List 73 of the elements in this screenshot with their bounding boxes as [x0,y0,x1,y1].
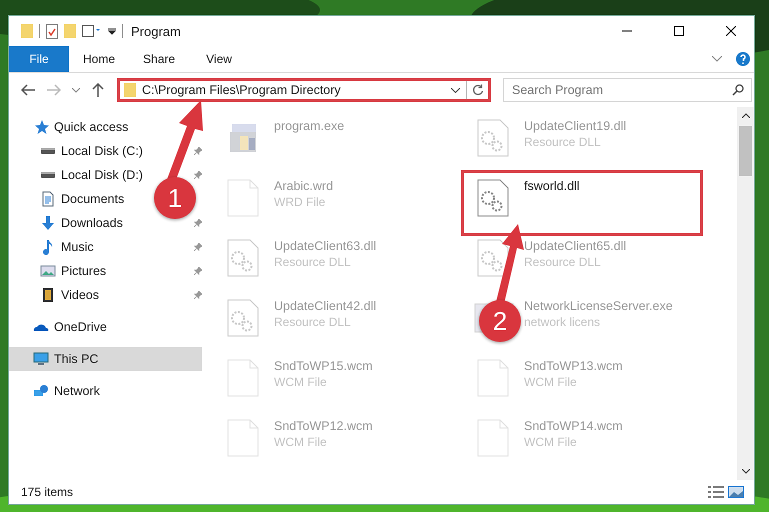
dropdown-icon[interactable] [451,88,460,92]
large-icons-view-icon[interactable] [726,483,746,501]
file-type: Resource DLL [274,315,352,329]
star-icon [33,119,49,135]
pin-icon[interactable] [194,171,202,179]
item-count: 175 items [21,485,74,499]
sidebar-item[interactable]: OneDrive [54,320,107,334]
window-title: Program [131,24,182,38]
ribbon-tab[interactable]: View [189,46,250,72]
scroll-thumb[interactable] [739,126,752,176]
sidebar-item[interactable]: Local Disk (C:) [61,144,143,158]
pin-icon[interactable] [194,267,202,275]
file-name: SndToWP14.wcm [524,419,623,433]
file-type: network licens [524,315,602,329]
file-name: program.exe [274,119,344,133]
properties-icon[interactable] [46,24,58,38]
help-icon[interactable] [736,52,750,66]
close-icon [726,26,736,36]
up-arrow-icon [92,83,104,97]
file-name: fsworld.dll [524,179,580,193]
ribbon-tab[interactable]: Share [129,46,190,72]
file-type: Resource DLL [274,255,352,269]
back-arrow-icon [21,84,35,96]
expand-ribbon-icon[interactable] [712,56,722,62]
scrollbar[interactable] [737,107,754,480]
file-name: SndToWP13.wcm [524,359,623,373]
file-type: WCM File [274,375,328,389]
file-type: WRD File [274,195,326,209]
maximize-icon [674,26,684,36]
forward-arrow-icon [47,84,61,96]
file-type: WCM File [524,435,578,449]
sidebar-item[interactable]: Quick access [54,120,128,134]
sidebar-item[interactable]: Network [54,384,100,398]
address-bar[interactable]: C:\Program Files\Program Directory [117,78,491,102]
network-icon [33,383,49,399]
document-icon [40,191,56,207]
file-name: UpdateClient19.dll [524,119,626,133]
dropdown-icon[interactable] [108,27,116,35]
pin-icon[interactable] [194,243,202,251]
sidebar-item[interactable]: Videos [61,288,99,302]
file-name: Arabic.wrd [274,179,334,193]
refresh-icon [472,84,484,96]
layout-icon[interactable] [82,25,102,37]
address-path: C:\Program Files\Program Directory [142,83,342,97]
sidebar-item[interactable]: Pictures [61,264,106,278]
monitor-icon [33,351,49,367]
ribbon-tab[interactable]: File [9,46,69,72]
file-name: UpdateClient42.dll [274,299,376,313]
pin-icon[interactable] [194,219,202,227]
file-type: Resource DLL [524,135,602,149]
file-name: SndToWP15.wcm [274,359,373,373]
file-name: SndToWP12.wcm [274,419,373,433]
highlighted-file-item[interactable]: fsworld.dll [464,173,700,233]
download-icon [40,215,56,231]
sidebar-item[interactable]: This PC [9,347,202,371]
pin-icon[interactable] [194,291,202,299]
search-field[interactable]: Search Program [503,78,752,102]
file-type: Resource DLL [524,255,602,269]
file-type: WCM File [274,435,328,449]
folder-icon [124,83,136,97]
file-name: UpdateClient63.dll [274,239,376,253]
pin-icon[interactable] [194,147,202,155]
file-name: UpdateClient65.dll [524,239,626,253]
picture-icon [40,263,56,279]
file-name: NetworkLicenseServer.exe [524,299,673,313]
sidebar-item[interactable]: Documents [61,192,124,206]
chevron-down-icon [72,88,80,92]
ribbon-tab[interactable]: Home [69,46,130,72]
sidebar-item[interactable]: Downloads [61,216,123,230]
film-icon [40,287,56,303]
file-type: WCM File [524,375,578,389]
sidebar-item[interactable]: Music [61,240,94,254]
sidebar-item[interactable]: Local Disk (D:) [61,168,143,182]
